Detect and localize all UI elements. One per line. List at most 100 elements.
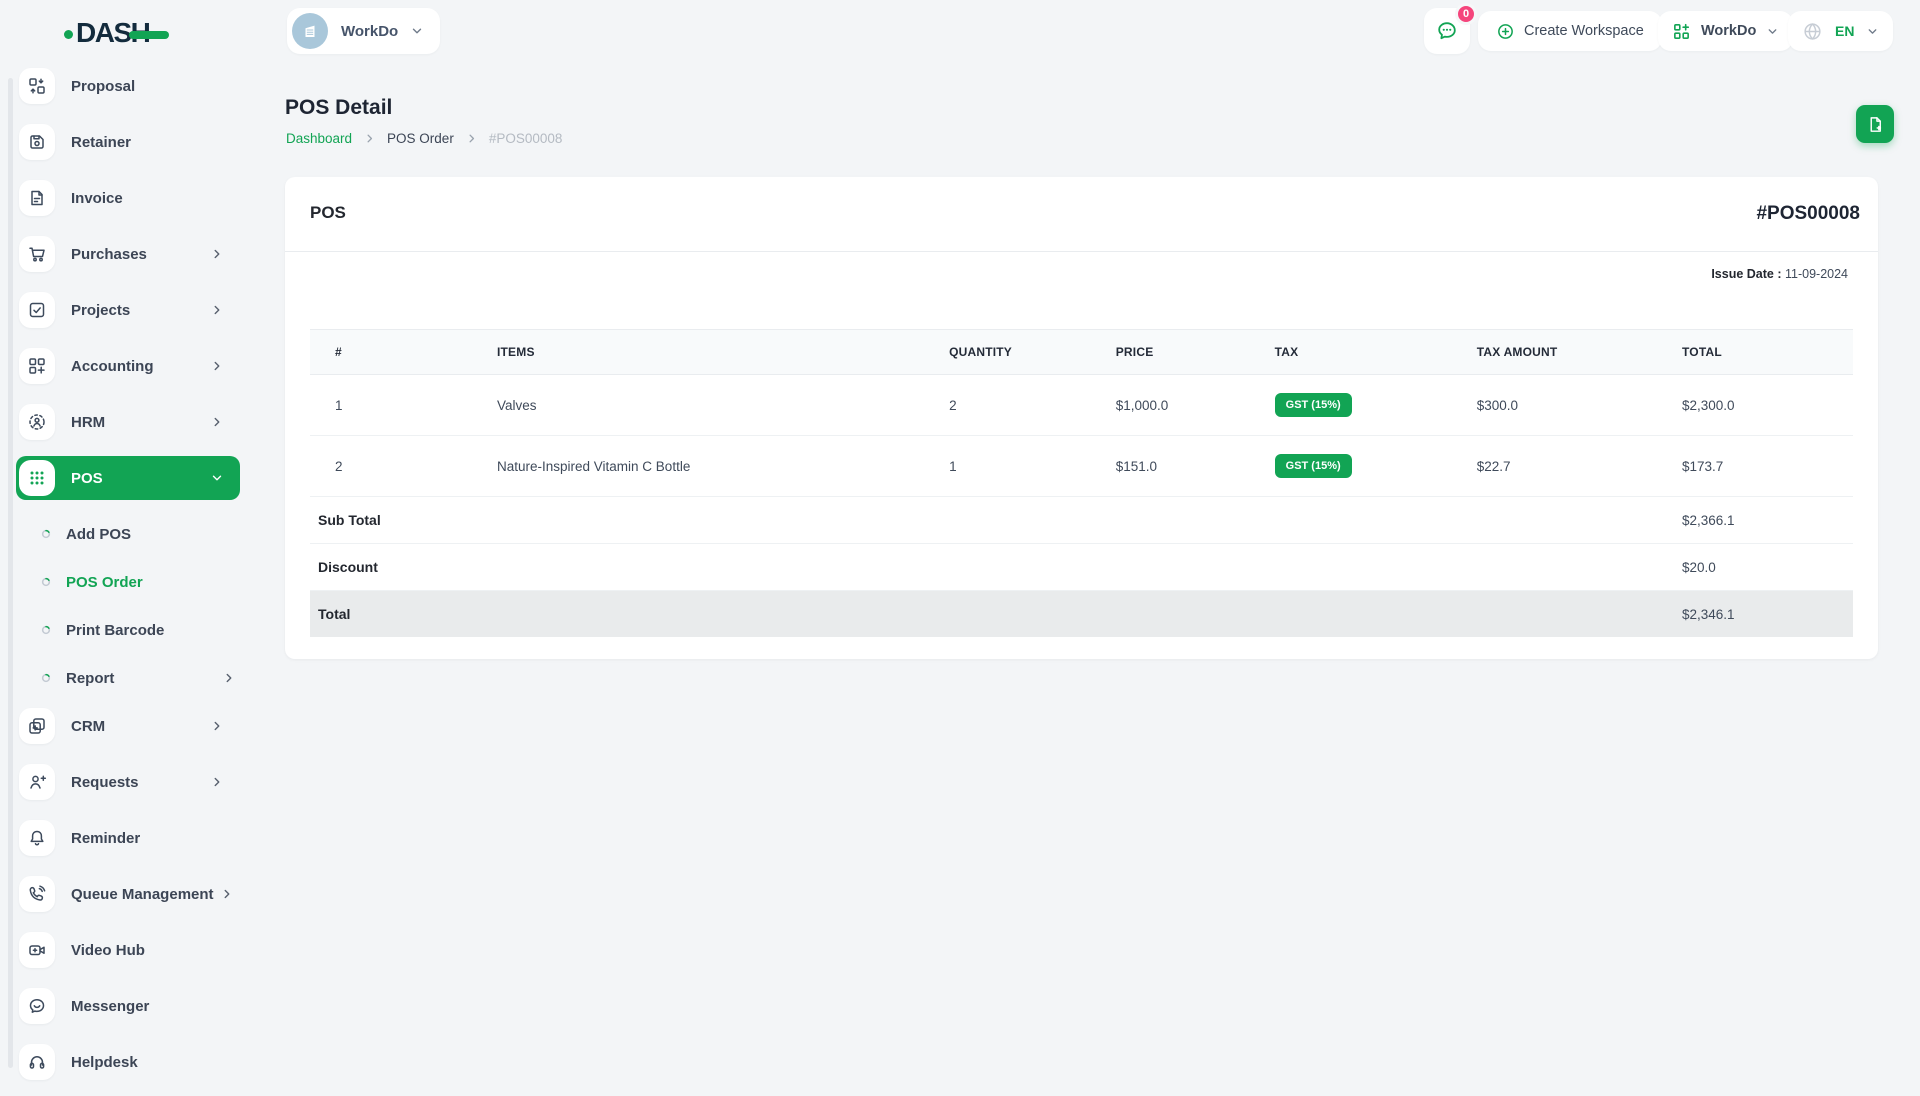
language-code: EN bbox=[1835, 23, 1855, 39]
sidebar-scrollbar[interactable] bbox=[8, 78, 13, 1068]
accounting-icon bbox=[19, 348, 55, 384]
summary-value: $2,366.1 bbox=[1673, 496, 1853, 544]
messages-count-badge: 0 bbox=[1455, 3, 1477, 25]
column-header: TOTAL bbox=[1673, 329, 1853, 375]
sidebar-item-add-pos[interactable]: Add POS bbox=[16, 512, 240, 556]
breadcrumb-item-parent[interactable]: POS Order bbox=[387, 131, 454, 146]
sidebar-item-projects[interactable]: Projects bbox=[16, 288, 240, 332]
sidebar-item-crm[interactable]: CRM bbox=[16, 704, 240, 748]
summary-row-discount: Discount $20.0 bbox=[310, 543, 1853, 591]
cell-quantity: 1 bbox=[941, 435, 1108, 497]
requests-icon bbox=[19, 764, 55, 800]
breadcrumb-item-dashboard[interactable]: Dashboard bbox=[286, 131, 352, 146]
chevron-down-icon bbox=[210, 471, 224, 485]
chevron-right-icon bbox=[210, 775, 224, 789]
cell-tax-amount: $22.7 bbox=[1468, 435, 1674, 497]
sidebar-item-label: Retainer bbox=[71, 133, 132, 151]
cell-quantity: 2 bbox=[941, 374, 1108, 436]
projects-icon bbox=[19, 292, 55, 328]
submenu-bullet-icon bbox=[40, 624, 52, 636]
cell-price: $151.0 bbox=[1107, 435, 1267, 497]
sidebar-item-hrm[interactable]: HRM bbox=[16, 400, 240, 444]
sidebar-item-print-barcode[interactable]: Print Barcode bbox=[16, 608, 240, 652]
chevron-down-icon bbox=[1766, 25, 1779, 38]
sidebar-item-label: Projects bbox=[71, 301, 131, 319]
sidebar-item-requests[interactable]: Requests bbox=[16, 760, 240, 804]
pos-number: #POS00008 bbox=[1756, 203, 1860, 224]
pos-card-header: POS #POS00008 bbox=[285, 177, 1878, 252]
video-hub-icon bbox=[19, 932, 55, 968]
queue-management-icon bbox=[19, 876, 55, 912]
grid-plus-icon bbox=[1672, 22, 1691, 41]
submenu-bullet-icon bbox=[40, 528, 52, 540]
sidebar-item-video-hub[interactable]: Video Hub bbox=[16, 928, 240, 972]
crm-icon bbox=[19, 708, 55, 744]
summary-label: Discount bbox=[310, 543, 1674, 591]
column-header: TAX AMOUNT bbox=[1468, 329, 1674, 375]
table-body: 1 Valves 2 $1,000.0 GST (15%) $300.0 $2,300.0 2… bbox=[310, 374, 1853, 637]
summary-label: Total bbox=[310, 590, 1674, 637]
issue-date: Issue Date : 11-09-2024 bbox=[285, 252, 1878, 281]
sidebar-item-label: Purchases bbox=[71, 245, 147, 263]
cell-total: $2,300.0 bbox=[1673, 374, 1853, 436]
sidebar-item-label: HRM bbox=[71, 413, 106, 431]
reminder-icon bbox=[19, 820, 55, 856]
sidebar-item-reminder[interactable]: Reminder bbox=[16, 816, 240, 860]
globe-icon bbox=[1802, 21, 1823, 42]
summary-value: $20.0 bbox=[1673, 543, 1853, 591]
retainer-icon bbox=[19, 124, 55, 160]
plus-circle-icon bbox=[1496, 22, 1515, 41]
language-selector[interactable]: EN bbox=[1788, 11, 1894, 51]
sidebar-item-label: Print Barcode bbox=[66, 621, 165, 639]
breadcrumb: Dashboard POS Order #POS00008 bbox=[286, 131, 562, 146]
workspace-menu-label: WorkDo bbox=[1701, 23, 1757, 39]
chevron-down-icon bbox=[1866, 25, 1879, 38]
table-header-row: # ITEMS QUANTITY PRICE TAX TAX AMOUNT TOTAL bbox=[310, 329, 1853, 375]
sidebar-item-helpdesk[interactable]: Helpdesk bbox=[16, 1040, 240, 1084]
create-workspace-button[interactable]: Create Workspace bbox=[1478, 11, 1662, 51]
logo-dot-icon bbox=[64, 30, 73, 39]
sidebar-item-purchases[interactable]: Purchases bbox=[16, 232, 240, 276]
submenu-bullet-icon bbox=[40, 672, 52, 684]
messages-button[interactable]: 0 bbox=[1424, 3, 1477, 54]
chevron-right-icon bbox=[222, 671, 236, 685]
workspace-selector[interactable]: WorkDo bbox=[287, 8, 441, 54]
pos-icon bbox=[19, 460, 55, 496]
proposal-icon bbox=[19, 68, 55, 104]
chevron-down-icon bbox=[410, 24, 424, 38]
page-title: POS Detail bbox=[285, 96, 393, 119]
sidebar-item-retainer[interactable]: Retainer bbox=[16, 120, 240, 164]
app-logo[interactable]: DASH bbox=[64, 16, 170, 50]
column-header: QUANTITY bbox=[941, 329, 1108, 375]
sidebar-item-accounting[interactable]: Accounting bbox=[16, 344, 240, 388]
pos-detail-card: POS #POS00008 Issue Date : 11-09-2024 # I… bbox=[285, 177, 1878, 659]
breadcrumb-item-current: #POS00008 bbox=[488, 131, 563, 146]
sidebar-item-label: Helpdesk bbox=[71, 1053, 138, 1071]
create-workspace-label: Create Workspace bbox=[1524, 23, 1644, 39]
chevron-right-icon bbox=[220, 887, 234, 901]
sidebar-item-pos[interactable]: POS bbox=[16, 456, 240, 500]
sidebar-item-label: Accounting bbox=[71, 357, 154, 375]
chevron-right-icon bbox=[210, 719, 224, 733]
sidebar-item-pos-order[interactable]: POS Order bbox=[16, 560, 240, 604]
sidebar-item-label: POS bbox=[71, 469, 103, 487]
workspace-menu-button[interactable]: WorkDo bbox=[1658, 11, 1794, 51]
cell-index: 1 bbox=[310, 374, 489, 436]
summary-row-total: Total $2,346.1 bbox=[310, 590, 1853, 637]
sidebar-item-messenger[interactable]: Messenger bbox=[16, 984, 240, 1028]
sidebar-item-label: Invoice bbox=[71, 189, 123, 207]
logo-dash-icon bbox=[129, 31, 170, 39]
sidebar-item-invoice[interactable]: Invoice bbox=[16, 176, 240, 220]
cell-total: $173.7 bbox=[1673, 435, 1853, 497]
export-pos-button[interactable] bbox=[1856, 105, 1894, 143]
column-header: # bbox=[310, 329, 489, 375]
sidebar-item-queue-management[interactable]: Queue Management bbox=[16, 872, 240, 916]
sidebar-item-label: Reminder bbox=[71, 829, 141, 847]
cell-tax-amount: $300.0 bbox=[1468, 374, 1674, 436]
tax-badge: GST (15%) bbox=[1274, 393, 1352, 417]
sidebar-item-proposal[interactable]: Proposal bbox=[16, 64, 240, 108]
invoice-icon bbox=[19, 180, 55, 216]
cell-price: $1,000.0 bbox=[1107, 374, 1267, 436]
tax-badge: GST (15%) bbox=[1274, 454, 1352, 478]
sidebar-item-report[interactable]: Report bbox=[16, 656, 240, 700]
